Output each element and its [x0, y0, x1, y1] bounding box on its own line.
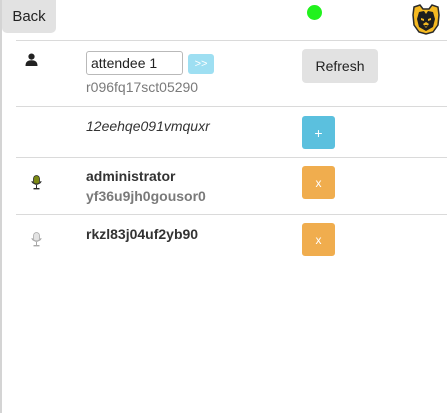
add-button[interactable]: + — [302, 116, 335, 149]
refresh-button[interactable]: Refresh — [302, 49, 378, 83]
left-border — [0, 0, 2, 413]
remove-participant-button[interactable]: x — [302, 166, 335, 199]
row-divider — [16, 157, 447, 158]
attendee-name-input[interactable] — [86, 51, 183, 75]
microphone-active-icon — [31, 175, 42, 190]
back-button[interactable]: Back — [2, 0, 56, 33]
participant-id: yf36u9jh0gousor0 — [86, 188, 206, 204]
person-icon — [25, 53, 38, 66]
invite-id: 12eehqe091vmquxr — [86, 118, 210, 134]
row-divider — [16, 214, 447, 215]
participant-name: rkzl83j04uf2yb90 — [86, 226, 199, 242]
remove-participant-button[interactable]: x — [302, 223, 335, 256]
submit-name-button[interactable]: >> — [188, 54, 214, 74]
row-divider — [16, 106, 447, 107]
microphone-muted-icon — [31, 232, 42, 247]
header-divider — [16, 40, 447, 41]
participant-name: administrator — [86, 168, 176, 184]
attendee-id: r096fq17sct05290 — [86, 79, 199, 95]
connection-status-indicator — [307, 5, 322, 20]
bear-head-logo-icon — [412, 4, 440, 35]
